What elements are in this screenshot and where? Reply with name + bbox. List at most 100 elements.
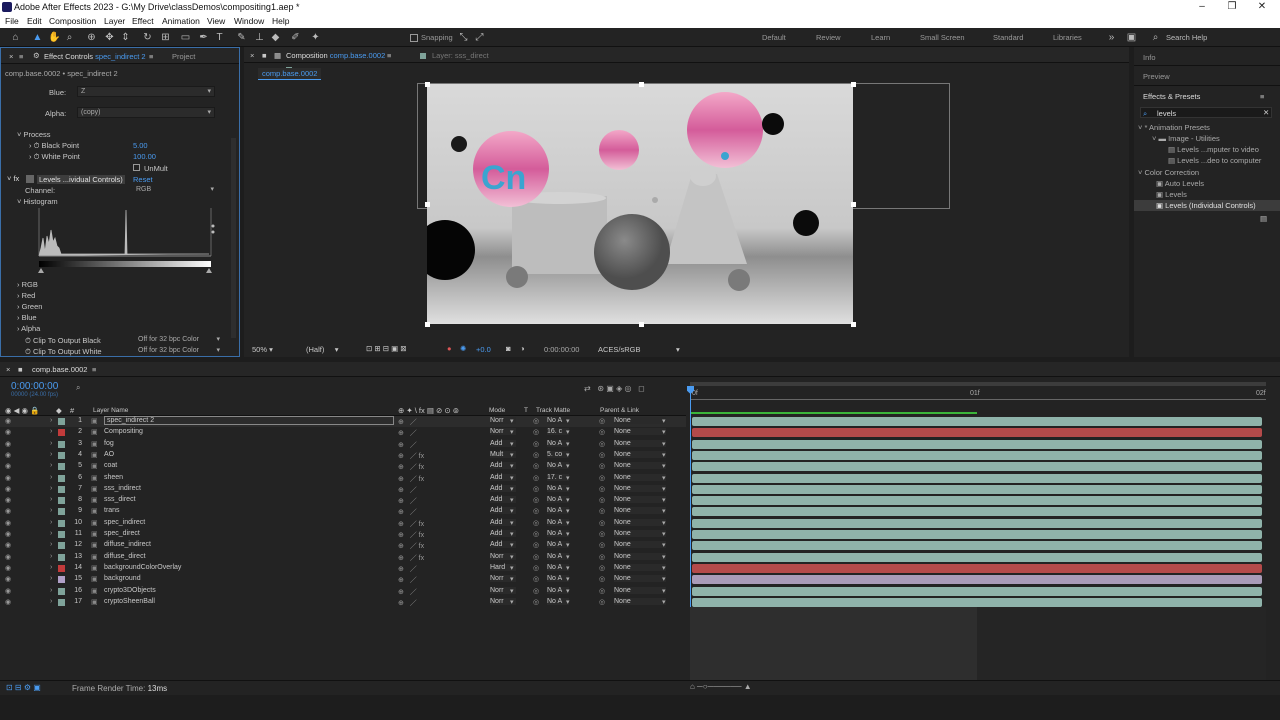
layer-switches[interactable]: ⊕ ／ — [398, 507, 417, 517]
table-row[interactable]: ◉ › 5 ▣ coat ⊕ ／ fx Add ▾ ◎ No A ▾ ◎ None ▾ — [0, 461, 686, 472]
handle-bc[interactable] — [639, 322, 644, 327]
parent-dropdown[interactable]: None — [614, 518, 666, 526]
layer-name[interactable]: diffuse_direct — [104, 553, 146, 560]
matte-pickwhip-icon[interactable]: ◎ — [533, 530, 539, 538]
pen-tool-icon[interactable]: ✒ — [198, 32, 209, 43]
layer-duration-bar[interactable] — [692, 484, 1262, 494]
layer-duration-bar[interactable] — [692, 530, 1262, 539]
table-row[interactable]: ◉ › 9 ▣ trans ⊕ ／ Add ▾ ◎ No A ▾ ◎ None ▾ — [0, 506, 686, 517]
parent-pickwhip-icon[interactable]: ◎ — [599, 462, 605, 470]
expand-twirl-icon[interactable]: › — [50, 485, 52, 492]
info-panel-tab[interactable]: Info — [1143, 53, 1156, 62]
visibility-eye-icon[interactable]: ◉ — [5, 507, 11, 515]
layer-name[interactable]: sss_direct — [104, 496, 136, 503]
label-color-swatch[interactable] — [58, 451, 65, 459]
layer-duration-bar[interactable] — [692, 450, 1262, 460]
tree-image-utilities[interactable]: ˅ ▬ Image - Utilities — [1152, 134, 1220, 143]
label-color-swatch[interactable] — [58, 553, 65, 561]
parent-pickwhip-icon[interactable]: ◎ — [599, 474, 605, 482]
levels-effect-name[interactable]: Levels ...ividual Controls) — [37, 175, 125, 184]
table-row[interactable]: ◉ › 17 ▣ cryptoSheenBall ⊕ ／ Norr ▾ ◎ No A ▾ ◎ None… — [0, 597, 686, 608]
expand-twirl-icon[interactable]: › — [50, 530, 52, 537]
table-row[interactable]: ◉ › 6 ▣ sheen ⊕ ／ fx Add ▾ ◎ 17. c ▾ ◎ None ▾ — [0, 473, 686, 484]
table-row[interactable]: ◉ › 4 ▣ AO ⊕ ／ fx Mult ▾ ◎ 5. co ▾ ◎ None ▾ — [0, 450, 686, 461]
expand-twirl-icon[interactable]: › — [50, 417, 52, 424]
parent-pickwhip-icon[interactable]: ◎ — [599, 485, 605, 493]
handle-ml[interactable] — [425, 202, 430, 207]
layer-name-header[interactable]: Layer Name — [93, 407, 128, 414]
orbit-camera-icon[interactable]: ⊕ — [86, 32, 97, 43]
layer-name[interactable]: cryptoSheenBall — [104, 598, 155, 605]
parent-dropdown[interactable]: None — [614, 439, 666, 447]
layer-duration-bar[interactable] — [692, 496, 1262, 506]
layer-name[interactable]: spec_indirect 2 — [104, 416, 394, 425]
menu-window[interactable]: Window — [234, 16, 264, 26]
handle-br[interactable] — [851, 322, 856, 327]
tab-effect-menu-icon[interactable]: ≡ — [149, 52, 153, 61]
effects-search-input[interactable]: ⌕ levels ✕ — [1140, 107, 1272, 118]
layer-duration-bar[interactable] — [692, 575, 1262, 585]
pan-camera-icon[interactable]: ✥ — [104, 32, 115, 43]
matte-pickwhip-icon[interactable]: ◎ — [533, 564, 539, 572]
timeline-footer-icons[interactable]: ⊡ ⊟ ⚙ ▣ — [6, 683, 41, 692]
matte-pickwhip-icon[interactable]: ◎ — [533, 462, 539, 470]
rgb-group[interactable]: › RGB — [17, 280, 38, 289]
layer-switches[interactable]: ⊕ ／ — [398, 587, 417, 597]
table-row[interactable]: ◉ › 2 ▣ Compositing ⊕ ／ Norr ▾ ◎ 16. c ▾ ◎ None ▾ — [0, 427, 686, 438]
layer-name[interactable]: crypto3DObjects — [104, 587, 156, 594]
workspace-review[interactable]: Review — [816, 33, 841, 42]
panel-close-icon[interactable]: × — [9, 52, 13, 61]
effects-menu-icon[interactable]: ≡ — [1260, 92, 1264, 101]
workspace-libraries[interactable]: Libraries — [1053, 33, 1082, 42]
parent-dropdown[interactable]: None — [614, 563, 666, 571]
parent-dropdown[interactable]: None — [614, 462, 666, 470]
label-column-icon[interactable]: ◆ — [56, 406, 62, 415]
layer-switches[interactable]: ⊕ ／ — [398, 440, 417, 450]
parent-header[interactable]: Parent & Link — [600, 407, 639, 414]
exposure-value[interactable]: +0.0 — [476, 345, 491, 354]
parent-pickwhip-icon[interactable]: ◎ — [599, 553, 605, 561]
histogram-graph[interactable] — [35, 208, 217, 274]
matte-pickwhip-icon[interactable]: ◎ — [533, 474, 539, 482]
parent-pickwhip-icon[interactable]: ◎ — [599, 451, 605, 459]
rotation-tool-icon[interactable]: ↻ — [142, 32, 153, 43]
dolly-camera-icon[interactable]: ⇕ — [120, 32, 131, 43]
new-preset-icon[interactable]: ▤ — [1260, 214, 1267, 223]
parent-pickwhip-icon[interactable]: ◎ — [599, 575, 605, 583]
table-row[interactable]: ◉ › 11 ▣ spec_direct ⊕ ／ fx Add ▾ ◎ No A ▾ ◎ None ▾ — [0, 529, 686, 540]
layer-name[interactable]: sheen — [104, 474, 123, 481]
tree-color-correction[interactable]: ˅ Color Correction — [1138, 168, 1199, 177]
layer-name[interactable]: coat — [104, 462, 117, 469]
menu-effect[interactable]: Effect — [132, 16, 154, 26]
layer-duration-bar[interactable] — [692, 507, 1262, 517]
show-snapshot-icon[interactable]: ◑ — [520, 344, 525, 353]
matte-pickwhip-icon[interactable]: ◎ — [533, 485, 539, 493]
label-color-swatch[interactable] — [58, 564, 65, 572]
layer-switches[interactable]: ⊕ ／ fx — [398, 541, 424, 551]
workspace-small-screen[interactable]: Small Screen — [920, 33, 965, 42]
parent-pickwhip-icon[interactable]: ◎ — [599, 530, 605, 538]
minimize-icon[interactable]: – — [1192, 1, 1212, 12]
layer-name[interactable]: trans — [104, 507, 120, 514]
selection-tool-icon[interactable]: ▲ — [32, 32, 43, 43]
layer-switches[interactable]: ⊕ ／ — [398, 417, 417, 427]
handle-bl[interactable] — [425, 322, 430, 327]
parent-dropdown[interactable]: None — [614, 484, 666, 492]
tab-project[interactable]: Project — [172, 52, 195, 61]
parent-dropdown[interactable]: None — [614, 530, 666, 537]
track-matte-header[interactable]: Track Matte — [536, 407, 570, 414]
blue-group[interactable]: › Blue — [17, 313, 37, 322]
av-switches-icons[interactable]: ◉ ◀ ◉ 🔒 — [5, 406, 39, 415]
puppet-tool-icon[interactable]: ✦ — [310, 32, 321, 43]
visibility-eye-icon[interactable]: ◉ — [5, 474, 11, 482]
layer-name[interactable]: AO — [104, 451, 114, 458]
workspace-standard[interactable]: Standard — [993, 33, 1023, 42]
rectangle-tool-icon[interactable]: ▭ — [180, 32, 191, 43]
layer-duration-bar[interactable] — [692, 462, 1262, 472]
black-point-value[interactable]: 5.00 — [133, 141, 148, 150]
comp-close-icon[interactable]: × — [250, 51, 254, 60]
expand-twirl-icon[interactable]: › — [50, 541, 52, 548]
layer-switches[interactable]: ⊕ ／ fx — [398, 451, 424, 461]
parent-pickwhip-icon[interactable]: ◎ — [599, 417, 605, 425]
layer-name[interactable]: spec_indirect — [104, 519, 145, 526]
